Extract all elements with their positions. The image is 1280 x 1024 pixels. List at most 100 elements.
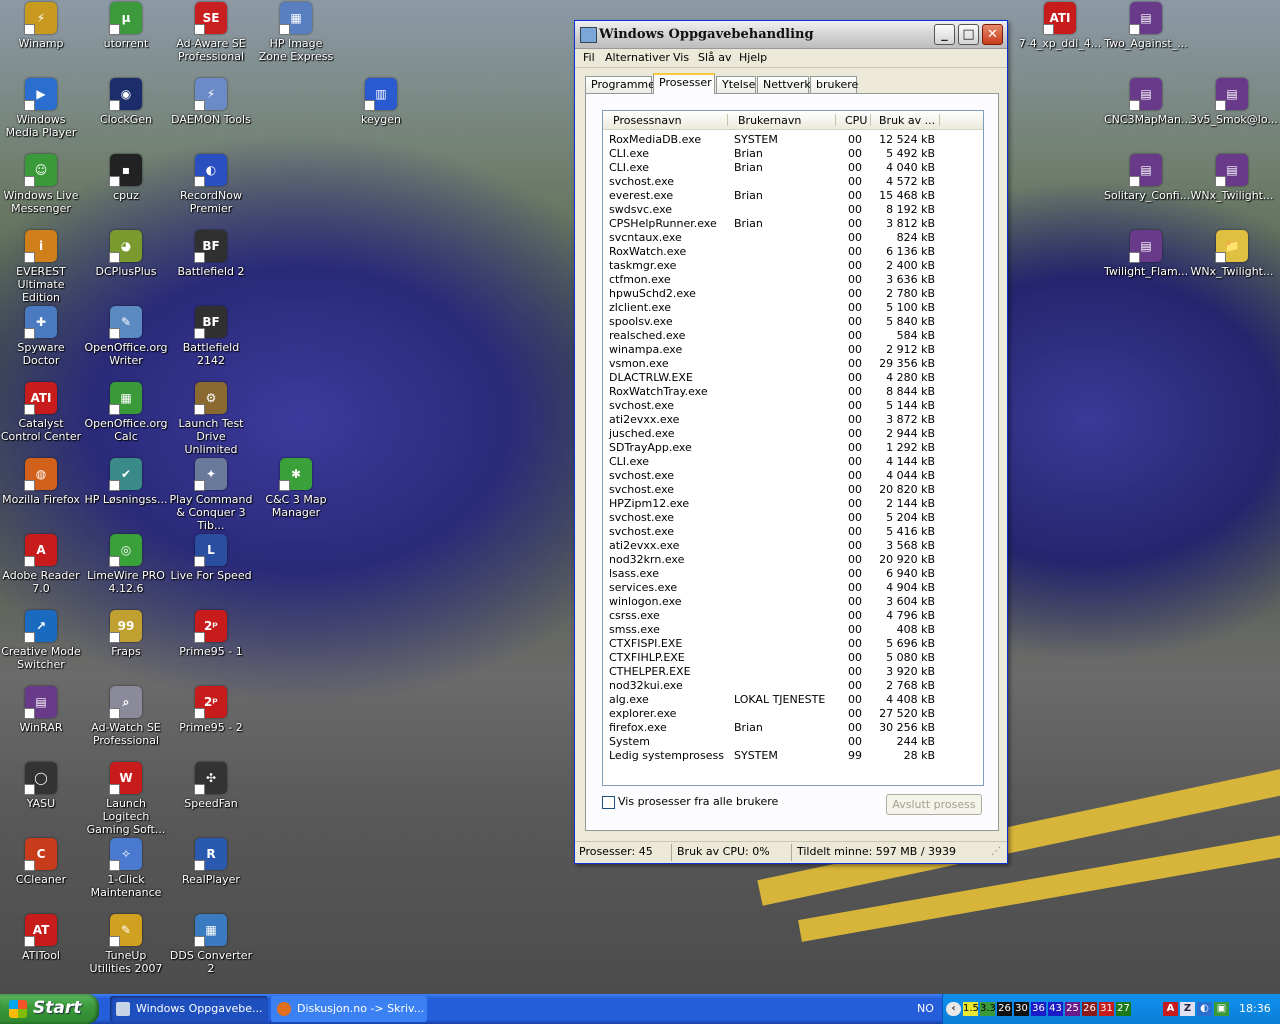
maximize-button[interactable]: □	[958, 24, 979, 45]
desktop-icon[interactable]: ✣ SpeedFan	[169, 762, 253, 810]
process-row[interactable]: svchost.exe 00 4 044 kB	[603, 469, 983, 483]
process-row[interactable]: lsass.exe 00 6 940 kB	[603, 567, 983, 581]
process-row[interactable]: svchost.exe 00 5 144 kB	[603, 399, 983, 413]
process-row[interactable]: explorer.exe 00 27 520 kB	[603, 707, 983, 721]
close-button[interactable]: ✕	[982, 24, 1003, 45]
desktop-icon[interactable]: ✚ Spyware Doctor	[0, 306, 83, 367]
desktop-icon[interactable]: ▪ cpuz	[84, 154, 168, 202]
desktop-icon[interactable]: ATI 7-4_xp_ddl_4...	[1018, 2, 1102, 50]
process-row[interactable]: vsmon.exe 00 29 356 kB	[603, 357, 983, 371]
desktop-icon[interactable]: 99 Fraps	[84, 610, 168, 658]
tray-temperature-icon[interactable]: 27	[1116, 1002, 1131, 1016]
process-row[interactable]: RoxWatchTray.exe 00 8 844 kB	[603, 385, 983, 399]
process-row[interactable]: CLI.exe Brian 00 5 492 kB	[603, 147, 983, 161]
process-row[interactable]: hpwuSchd2.exe 00 2 780 kB	[603, 287, 983, 301]
ati-tray-icon[interactable]: A	[1163, 1002, 1178, 1016]
process-row[interactable]: HPZipm12.exe 00 2 144 kB	[603, 497, 983, 511]
process-row[interactable]: ctfmon.exe 00 3 636 kB	[603, 273, 983, 287]
desktop-icon[interactable]: ◯ YASU	[0, 762, 83, 810]
desktop-icon[interactable]: ✔ HP Løsningss...	[84, 458, 168, 506]
desktop-icon[interactable]: W Launch Logitech Gaming Soft...	[84, 762, 168, 836]
process-row[interactable]: everest.exe Brian 00 15 468 kB	[603, 189, 983, 203]
tray-z-icon[interactable]: Z	[1180, 1002, 1195, 1016]
tray-temperature-icon[interactable]: 43	[1048, 1002, 1063, 1016]
tab-networking[interactable]: Nettverk	[757, 76, 811, 93]
process-row[interactable]: winampa.exe 00 2 912 kB	[603, 343, 983, 357]
process-row[interactable]: CLI.exe Brian 00 4 040 kB	[603, 161, 983, 175]
desktop-icon[interactable]: 2ᵖ Prime95 - 1	[169, 610, 253, 658]
process-row[interactable]: spoolsv.exe 00 5 840 kB	[603, 315, 983, 329]
process-row[interactable]: CPSHelpRunner.exe Brian 00 3 812 kB	[603, 217, 983, 231]
desktop-icon[interactable]: ◐ RecordNow Premier	[169, 154, 253, 215]
process-row[interactable]: jusched.exe 00 2 944 kB	[603, 427, 983, 441]
desktop-icon[interactable]: ✦ Play Command & Conquer 3 Tib...	[169, 458, 253, 532]
tab-users[interactable]: brukere	[810, 76, 858, 93]
tray-app-icon[interactable]: ▣	[1214, 1002, 1229, 1016]
desktop-icon[interactable]: ▤ 3v5_Smok@lo...	[1190, 78, 1278, 126]
end-process-button[interactable]: Avslutt prosess	[886, 794, 982, 815]
desktop-icon[interactable]: ⚙ Launch Test Drive Unlimited	[169, 382, 253, 456]
desktop-icon[interactable]: ◎ LimeWire PRO 4.12.6	[84, 534, 168, 595]
process-row[interactable]: alg.exe LOKAL TJENESTE 00 4 408 kB	[603, 693, 983, 707]
desktop-icon[interactable]: ▤ WNx_Twilight...	[1190, 154, 1274, 202]
tab-performance[interactable]: Ytelse	[716, 76, 756, 93]
process-row[interactable]: CLI.exe 00 4 144 kB	[603, 455, 983, 469]
tray-temperature-icon[interactable]: 25	[1065, 1002, 1080, 1016]
process-row[interactable]: zlclient.exe 00 5 100 kB	[603, 301, 983, 315]
desktop-icon[interactable]: ✧ 1-Click Maintenance	[84, 838, 168, 899]
desktop-icon[interactable]: ▤ Two_Against_...	[1104, 2, 1188, 50]
desktop-icon[interactable]: 2ᵖ Prime95 - 2	[169, 686, 253, 734]
desktop-icon[interactable]: ◍ Mozilla Firefox	[0, 458, 83, 506]
desktop-icon[interactable]: ATI Catalyst Control Center	[0, 382, 83, 443]
tray-temperature-icon[interactable]: 1.5	[963, 1002, 979, 1016]
tray-temperature-icon[interactable]: 36	[1031, 1002, 1046, 1016]
desktop-icon[interactable]: 📁 WNx_Twilight...	[1190, 230, 1274, 278]
desktop-icon[interactable]: ✎ OpenOffice.org Writer	[84, 306, 168, 367]
tray-network-icon[interactable]: ◐	[1197, 1002, 1212, 1016]
language-indicator[interactable]: NO	[917, 1002, 934, 1015]
menu-options[interactable]: Alternativer	[605, 51, 670, 64]
clock[interactable]: 18:36	[1239, 1002, 1271, 1015]
desktop-icon[interactable]: ✱ C&C 3 Map Manager	[254, 458, 338, 519]
taskbar-item-firefox[interactable]: Diskusjon.no -> Skriv...	[271, 996, 427, 1022]
process-row[interactable]: Ledig systemprosess SYSTEM 99 28 kB	[603, 749, 983, 763]
desktop-icon[interactable]: BF Battlefield 2142	[169, 306, 253, 367]
process-row[interactable]: realsched.exe 00 584 kB	[603, 329, 983, 343]
process-row[interactable]: svchost.exe 00 20 820 kB	[603, 483, 983, 497]
column-process-name[interactable]: Prosessnavn	[613, 114, 682, 127]
desktop-icon[interactable]: ⚡ DAEMON Tools	[169, 78, 253, 126]
minimize-button[interactable]: _	[934, 24, 955, 45]
show-all-users-checkbox[interactable]	[602, 796, 615, 809]
desktop-icon[interactable]: ▦ OpenOffice.org Calc	[84, 382, 168, 443]
desktop-icon[interactable]: ☺ Windows Live Messenger	[0, 154, 83, 215]
tray-temperature-icon[interactable]: 31	[1099, 1002, 1114, 1016]
process-row[interactable]: RoxWatch.exe 00 6 136 kB	[603, 245, 983, 259]
process-row[interactable]: DLACTRLW.EXE 00 4 280 kB	[603, 371, 983, 385]
desktop-icon[interactable]: ◉ ClockGen	[84, 78, 168, 126]
menu-view[interactable]: Vis	[673, 51, 689, 64]
desktop-icon[interactable]: ▤ WinRAR	[0, 686, 83, 734]
desktop-icon[interactable]: ▤ CNC3MapMan...	[1104, 78, 1192, 126]
desktop-icon[interactable]: ▤ Twilight_Flam...	[1104, 230, 1188, 278]
desktop-icon[interactable]: A Adobe Reader 7.0	[0, 534, 83, 595]
desktop-icon[interactable]: ✎ TuneUp Utilities 2007	[84, 914, 168, 975]
process-row[interactable]: ati2evxx.exe 00 3 872 kB	[603, 413, 983, 427]
process-row[interactable]: ati2evxx.exe 00 3 568 kB	[603, 539, 983, 553]
tray-temperature-icon[interactable]: 26	[997, 1002, 1012, 1016]
column-memory[interactable]: Bruk av ...	[879, 114, 935, 127]
taskbar-item-task-manager[interactable]: Windows Oppgavebe...	[110, 996, 268, 1022]
desktop-icon[interactable]: ▦ DDS Converter 2	[169, 914, 253, 975]
desktop-icon[interactable]: ◕ DCPlusPlus	[84, 230, 168, 278]
desktop-icon[interactable]: L Live For Speed	[169, 534, 253, 582]
process-row[interactable]: nod32kui.exe 00 2 768 kB	[603, 679, 983, 693]
process-row[interactable]: SDTrayApp.exe 00 1 292 kB	[603, 441, 983, 455]
resize-grip-icon[interactable]: ⋰	[991, 846, 1001, 857]
desktop-icon[interactable]: ⚡ Winamp	[0, 2, 83, 50]
process-row[interactable]: winlogon.exe 00 3 604 kB	[603, 595, 983, 609]
tab-applications[interactable]: Programmer	[585, 76, 659, 93]
process-row[interactable]: svchost.exe 00 4 572 kB	[603, 175, 983, 189]
tab-processes[interactable]: Prosesser	[653, 73, 715, 94]
process-row[interactable]: CTXFIHLP.EXE 00 5 080 kB	[603, 651, 983, 665]
process-row[interactable]: services.exe 00 4 904 kB	[603, 581, 983, 595]
process-row[interactable]: CTHELPER.EXE 00 3 920 kB	[603, 665, 983, 679]
